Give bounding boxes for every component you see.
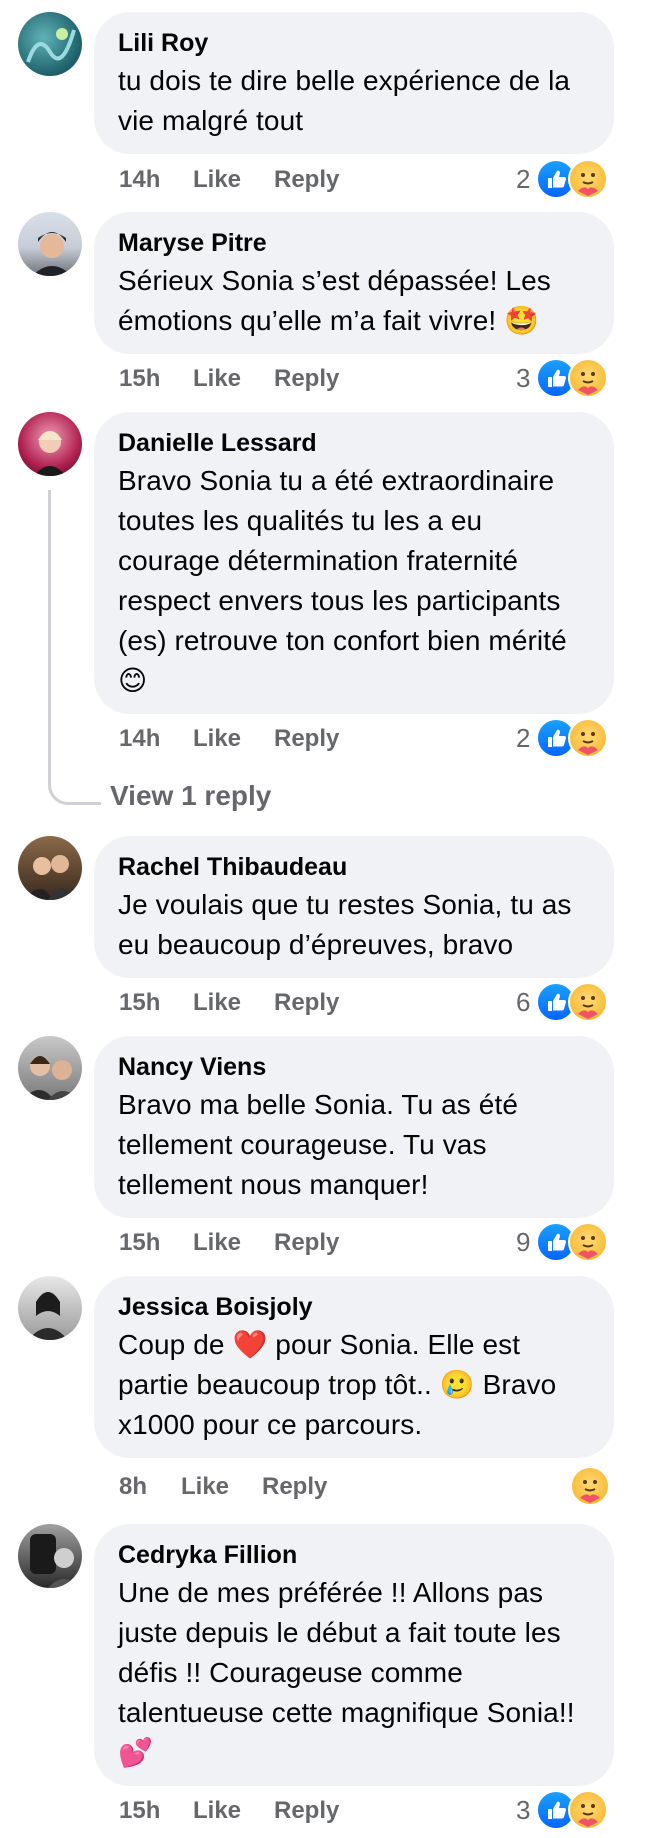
reaction-count: 2 (516, 723, 531, 753)
comment-author[interactable]: Rachel Thibaudeau (118, 852, 590, 882)
avatar[interactable] (18, 412, 82, 476)
avatar[interactable] (18, 212, 82, 276)
comment-bubble: Maryse Pitre Sérieux Sonia s’est dépassé… (94, 212, 614, 354)
care-icon (568, 718, 608, 758)
care-icon (568, 358, 608, 398)
like-button[interactable]: Like (193, 163, 241, 197)
reaction-summary[interactable]: 2 (516, 159, 608, 199)
avatar[interactable] (18, 1276, 82, 1340)
comment-time[interactable]: 8h (119, 1470, 147, 1504)
comment-author[interactable]: Nancy Viens (118, 1052, 590, 1082)
like-button[interactable]: Like (193, 1794, 241, 1828)
reaction-summary[interactable]: 6 (516, 982, 608, 1022)
care-icon (568, 982, 608, 1022)
comment-text: Sérieux Sonia s’est dépassée! Les émotio… (118, 265, 551, 336)
comment-text: Je voulais que tu restes Sonia, tu as eu… (118, 889, 572, 960)
comment-author[interactable]: Jessica Boisjoly (118, 1292, 590, 1322)
comment-time[interactable]: 14h (119, 163, 160, 197)
comment-bubble: Lili Roy tu dois te dire belle expérienc… (94, 12, 614, 154)
reaction-summary[interactable]: 2 (516, 718, 608, 758)
reaction-summary[interactable] (570, 1466, 610, 1506)
reaction-summary[interactable]: 3 (516, 358, 608, 398)
comment-time[interactable]: 15h (119, 1226, 160, 1260)
avatar[interactable] (18, 1036, 82, 1100)
comment-text: Coup de ❤️ pour Sonia. Elle est partie b… (118, 1329, 557, 1440)
reaction-count: 9 (516, 1227, 531, 1257)
comment-author[interactable]: Cedryka Fillion (118, 1540, 590, 1570)
like-button[interactable]: Like (193, 722, 241, 756)
comment-time[interactable]: 15h (119, 1794, 160, 1828)
comment-text: tu dois te dire belle expérience de la v… (118, 65, 571, 136)
reply-button[interactable]: Reply (274, 1226, 339, 1260)
comment-text: Bravo Sonia tu a été extraordinaire tout… (118, 465, 567, 696)
reaction-count: 6 (516, 987, 531, 1017)
comment-text: Une de mes préférée !! Allons pas juste … (118, 1577, 575, 1768)
like-button[interactable]: Like (193, 986, 241, 1020)
reaction-count: 3 (516, 1795, 531, 1825)
comment-bubble: Nancy Viens Bravo ma belle Sonia. Tu as … (94, 1036, 614, 1218)
like-button[interactable]: Like (193, 1226, 241, 1260)
comment-author[interactable]: Maryse Pitre (118, 228, 590, 258)
care-icon (570, 1466, 610, 1506)
comment-bubble: Danielle Lessard Bravo Sonia tu a été ex… (94, 412, 614, 714)
care-icon (568, 1222, 608, 1262)
comment-bubble: Cedryka Fillion Une de mes préférée !! A… (94, 1524, 614, 1786)
view-replies-link[interactable]: View 1 reply (110, 776, 271, 816)
reply-button[interactable]: Reply (274, 722, 339, 756)
avatar[interactable] (18, 1524, 82, 1588)
reply-button[interactable]: Reply (274, 163, 339, 197)
avatar[interactable] (18, 836, 82, 900)
comment-bubble: Jessica Boisjoly Coup de ❤️ pour Sonia. … (94, 1276, 614, 1458)
avatar[interactable] (18, 12, 82, 76)
comment-author[interactable]: Lili Roy (118, 28, 590, 58)
comment-bubble: Rachel Thibaudeau Je voulais que tu rest… (94, 836, 614, 978)
care-icon (568, 159, 608, 199)
like-button[interactable]: Like (193, 362, 241, 396)
reaction-count: 3 (516, 363, 531, 393)
comment-time[interactable]: 15h (119, 362, 160, 396)
comment-text: Bravo ma belle Sonia. Tu as été tellemen… (118, 1089, 518, 1200)
thread-connector (48, 490, 101, 805)
care-icon (568, 1790, 608, 1830)
comment-time[interactable]: 14h (119, 722, 160, 756)
comment-time[interactable]: 15h (119, 986, 160, 1020)
reaction-summary[interactable]: 9 (516, 1222, 608, 1262)
reply-button[interactable]: Reply (274, 362, 339, 396)
comment-author[interactable]: Danielle Lessard (118, 428, 590, 458)
like-button[interactable]: Like (181, 1470, 229, 1504)
reply-button[interactable]: Reply (274, 986, 339, 1020)
reply-button[interactable]: Reply (274, 1794, 339, 1828)
reply-button[interactable]: Reply (262, 1470, 327, 1504)
reaction-summary[interactable]: 3 (516, 1790, 608, 1830)
reaction-count: 2 (516, 164, 531, 194)
